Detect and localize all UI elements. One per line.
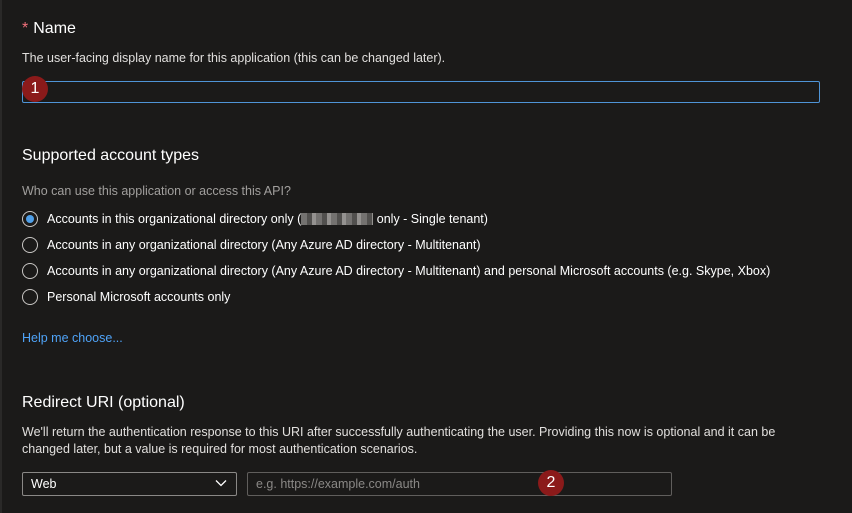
account-type-label-single-tenant: Accounts in this organizational director… <box>47 212 488 226</box>
radio-button[interactable] <box>22 289 38 305</box>
chevron-down-icon <box>215 480 227 487</box>
callout-marker-2: 2 <box>538 470 564 496</box>
account-type-label-multitenant-personal: Accounts in any organizational directory… <box>47 264 771 278</box>
account-type-option-multitenant[interactable]: Accounts in any organizational directory… <box>22 235 481 255</box>
required-marker: * <box>22 20 29 37</box>
account-type-option-personal[interactable]: Personal Microsoft accounts only <box>22 287 230 307</box>
platform-select-value: Web <box>31 477 57 491</box>
redirect-uri-input[interactable] <box>247 472 672 496</box>
help-me-choose-link[interactable]: Help me choose... <box>22 331 123 345</box>
account-type-label-multitenant: Accounts in any organizational directory… <box>47 238 481 252</box>
name-description: The user-facing display name for this ap… <box>22 51 446 65</box>
name-title-text: Name <box>33 20 76 37</box>
redirect-description-line2: changed later, but a value is required f… <box>22 442 418 456</box>
name-input[interactable] <box>22 81 820 103</box>
redacted-tenant-name <box>301 213 374 225</box>
label-prefix: Accounts in this organizational director… <box>47 212 302 226</box>
radio-button[interactable] <box>22 237 38 253</box>
account-type-option-multitenant-personal[interactable]: Accounts in any organizational directory… <box>22 261 770 281</box>
radio-button-selected[interactable] <box>22 211 38 227</box>
app-registration-form: * Name The user-facing display name for t… <box>0 0 852 513</box>
redirect-uri-title: Redirect URI (optional) <box>22 394 185 411</box>
callout-marker-1: 1 <box>22 76 48 102</box>
account-types-title: Supported account types <box>22 147 200 164</box>
label-suffix: only - Single tenant) <box>373 212 488 226</box>
account-type-label-personal: Personal Microsoft accounts only <box>47 290 231 304</box>
radio-button[interactable] <box>22 263 38 279</box>
redirect-description-line1: We'll return the authentication response… <box>22 425 776 439</box>
name-section-title: * Name <box>22 20 76 38</box>
platform-select[interactable]: Web <box>22 472 237 496</box>
account-types-question: Who can use this application or access t… <box>22 184 291 198</box>
account-type-option-single-tenant[interactable]: Accounts in this organizational director… <box>22 209 488 229</box>
